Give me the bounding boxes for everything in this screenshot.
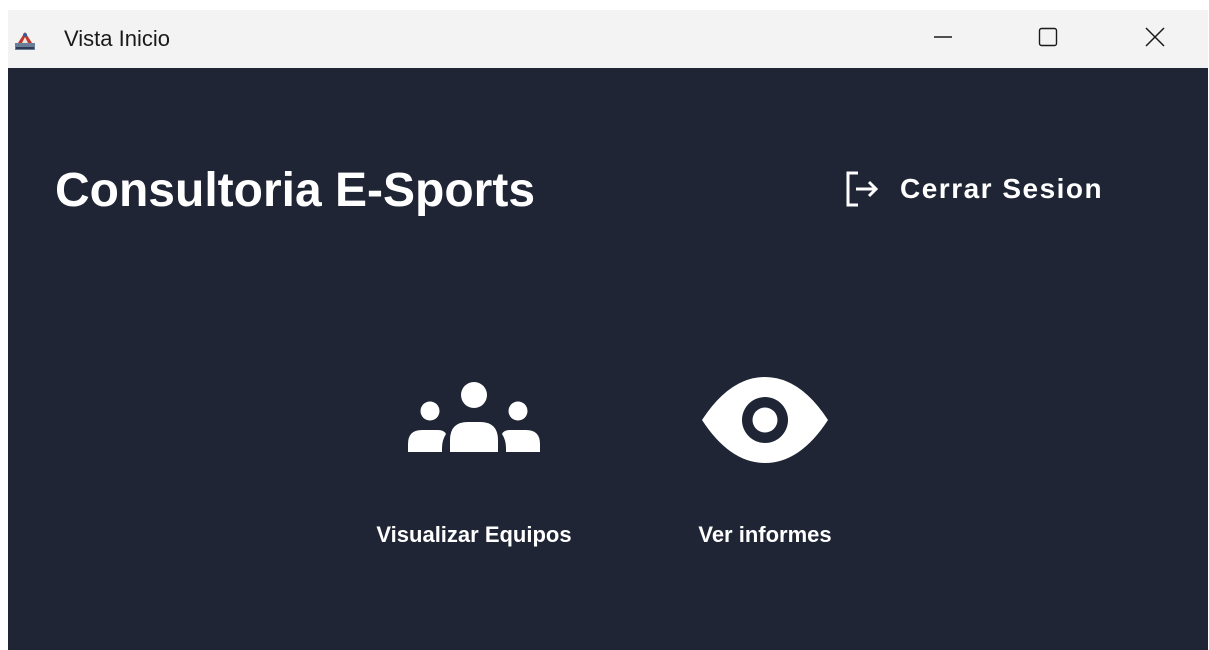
title-bar[interactable]: Vista Inicio [8,10,1208,68]
brand-title: Consultoria E-Sports [55,164,536,217]
maximize-icon [1038,27,1058,52]
window-title: Vista Inicio [64,26,170,51]
maximize-button[interactable] [1025,10,1071,68]
view-reports-label: Ver informes [698,522,832,547]
team-icon [406,381,542,463]
app-window: Vista Inicio Consultoria E-Sports Cerrar… [8,10,1208,650]
view-reports-button[interactable]: Ver informes [670,376,860,548]
home-panel: Consultoria E-Sports Cerrar Sesion Visua… [8,68,1208,650]
logout-icon [842,169,882,209]
minimize-button[interactable] [920,10,966,68]
logout-button[interactable]: Cerrar Sesion [842,166,1103,212]
view-teams-label: Visualizar Equipos [376,522,572,547]
eye-icon [700,376,830,468]
java-app-icon [14,29,36,51]
logout-label: Cerrar Sesion [900,173,1104,204]
close-button[interactable] [1132,10,1178,68]
minimize-icon [933,27,953,52]
close-icon [1145,26,1165,52]
view-teams-button[interactable]: Visualizar Equipos [352,378,596,548]
